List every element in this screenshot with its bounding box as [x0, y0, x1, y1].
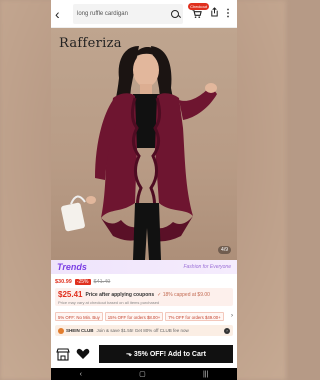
coupon-capped: ✓ 18% capped at $9.00 [157, 291, 210, 298]
promo-tag[interactable]: 7% OFF for orders $49.00+ [165, 312, 224, 321]
image-counter: 4/9 [218, 246, 231, 254]
nav-back-icon[interactable]: ‹ [80, 371, 82, 378]
brand-logo: Rafferiza [59, 36, 122, 51]
current-price: $30.99 [55, 279, 72, 285]
app-screen: ‹ long ruffle cardigan Checkout ⋮ Raffer… [51, 0, 237, 380]
trends-tagline: Fashion for Everyone [183, 264, 231, 270]
original-price: $41.49 [93, 279, 111, 285]
coupon-label: Price after applying coupons [85, 291, 155, 298]
coupon-price-box[interactable]: $25.41 Price after applying coupons ✓ 18… [55, 288, 233, 306]
search-query: long ruffle cardigan [77, 10, 128, 17]
coupon-price: $25.41 [58, 290, 83, 299]
trends-logo: Trends [57, 262, 87, 272]
nav-recents-icon[interactable]: ||| [203, 371, 208, 378]
promo-tag[interactable]: 5% OFF: No Min. Buy [55, 312, 103, 321]
trends-banner[interactable]: Trends Fashion for Everyone [51, 260, 237, 274]
chevron-right-icon[interactable]: › [224, 327, 230, 334]
store-icon[interactable] [55, 346, 71, 362]
discount-badge: -25% [74, 279, 91, 285]
search-icon[interactable] [171, 9, 179, 18]
promo-row: 5% OFF: No Min. Buy 15% OFF for orders $… [55, 312, 233, 321]
club-text: Join & save $1.55! Get 80% off CLUB fee … [96, 328, 189, 333]
chevron-right-icon[interactable]: › [231, 312, 233, 321]
share-icon[interactable] [208, 7, 220, 20]
back-arrow-icon[interactable]: ‹ [55, 6, 69, 22]
promo-tag[interactable]: 15% OFF for orders $8.00+ [104, 312, 164, 321]
club-icon [58, 327, 64, 334]
product-image[interactable]: Rafferiza 4/9 [51, 28, 237, 260]
club-name: SHEIN CLUB [66, 328, 94, 333]
system-nav-bar: ‹ ▢ ||| [51, 368, 237, 380]
more-options-icon[interactable]: ⋮ [223, 8, 233, 19]
cart-icon[interactable]: Checkout [188, 2, 209, 21]
bottom-action-bar: ⬎ 35% OFF! Add to Cart [51, 342, 237, 366]
search-header: ‹ long ruffle cardigan Checkout ⋮ [51, 0, 237, 28]
search-input[interactable]: long ruffle cardigan [73, 3, 183, 24]
model-illustration [61, 46, 217, 260]
coupon-note: Price may vary at checkout based on all … [58, 300, 160, 305]
price-row: $30.99 -25% $41.49 [55, 279, 110, 285]
nav-home-icon[interactable]: ▢ [139, 370, 146, 378]
shein-club-banner[interactable]: SHEIN CLUB Join & save $1.55! Get 80% of… [55, 325, 233, 336]
add-to-cart-button[interactable]: ⬎ 35% OFF! Add to Cart [99, 345, 233, 363]
cart-badge: Checkout [188, 2, 209, 10]
heart-icon[interactable] [75, 346, 91, 362]
